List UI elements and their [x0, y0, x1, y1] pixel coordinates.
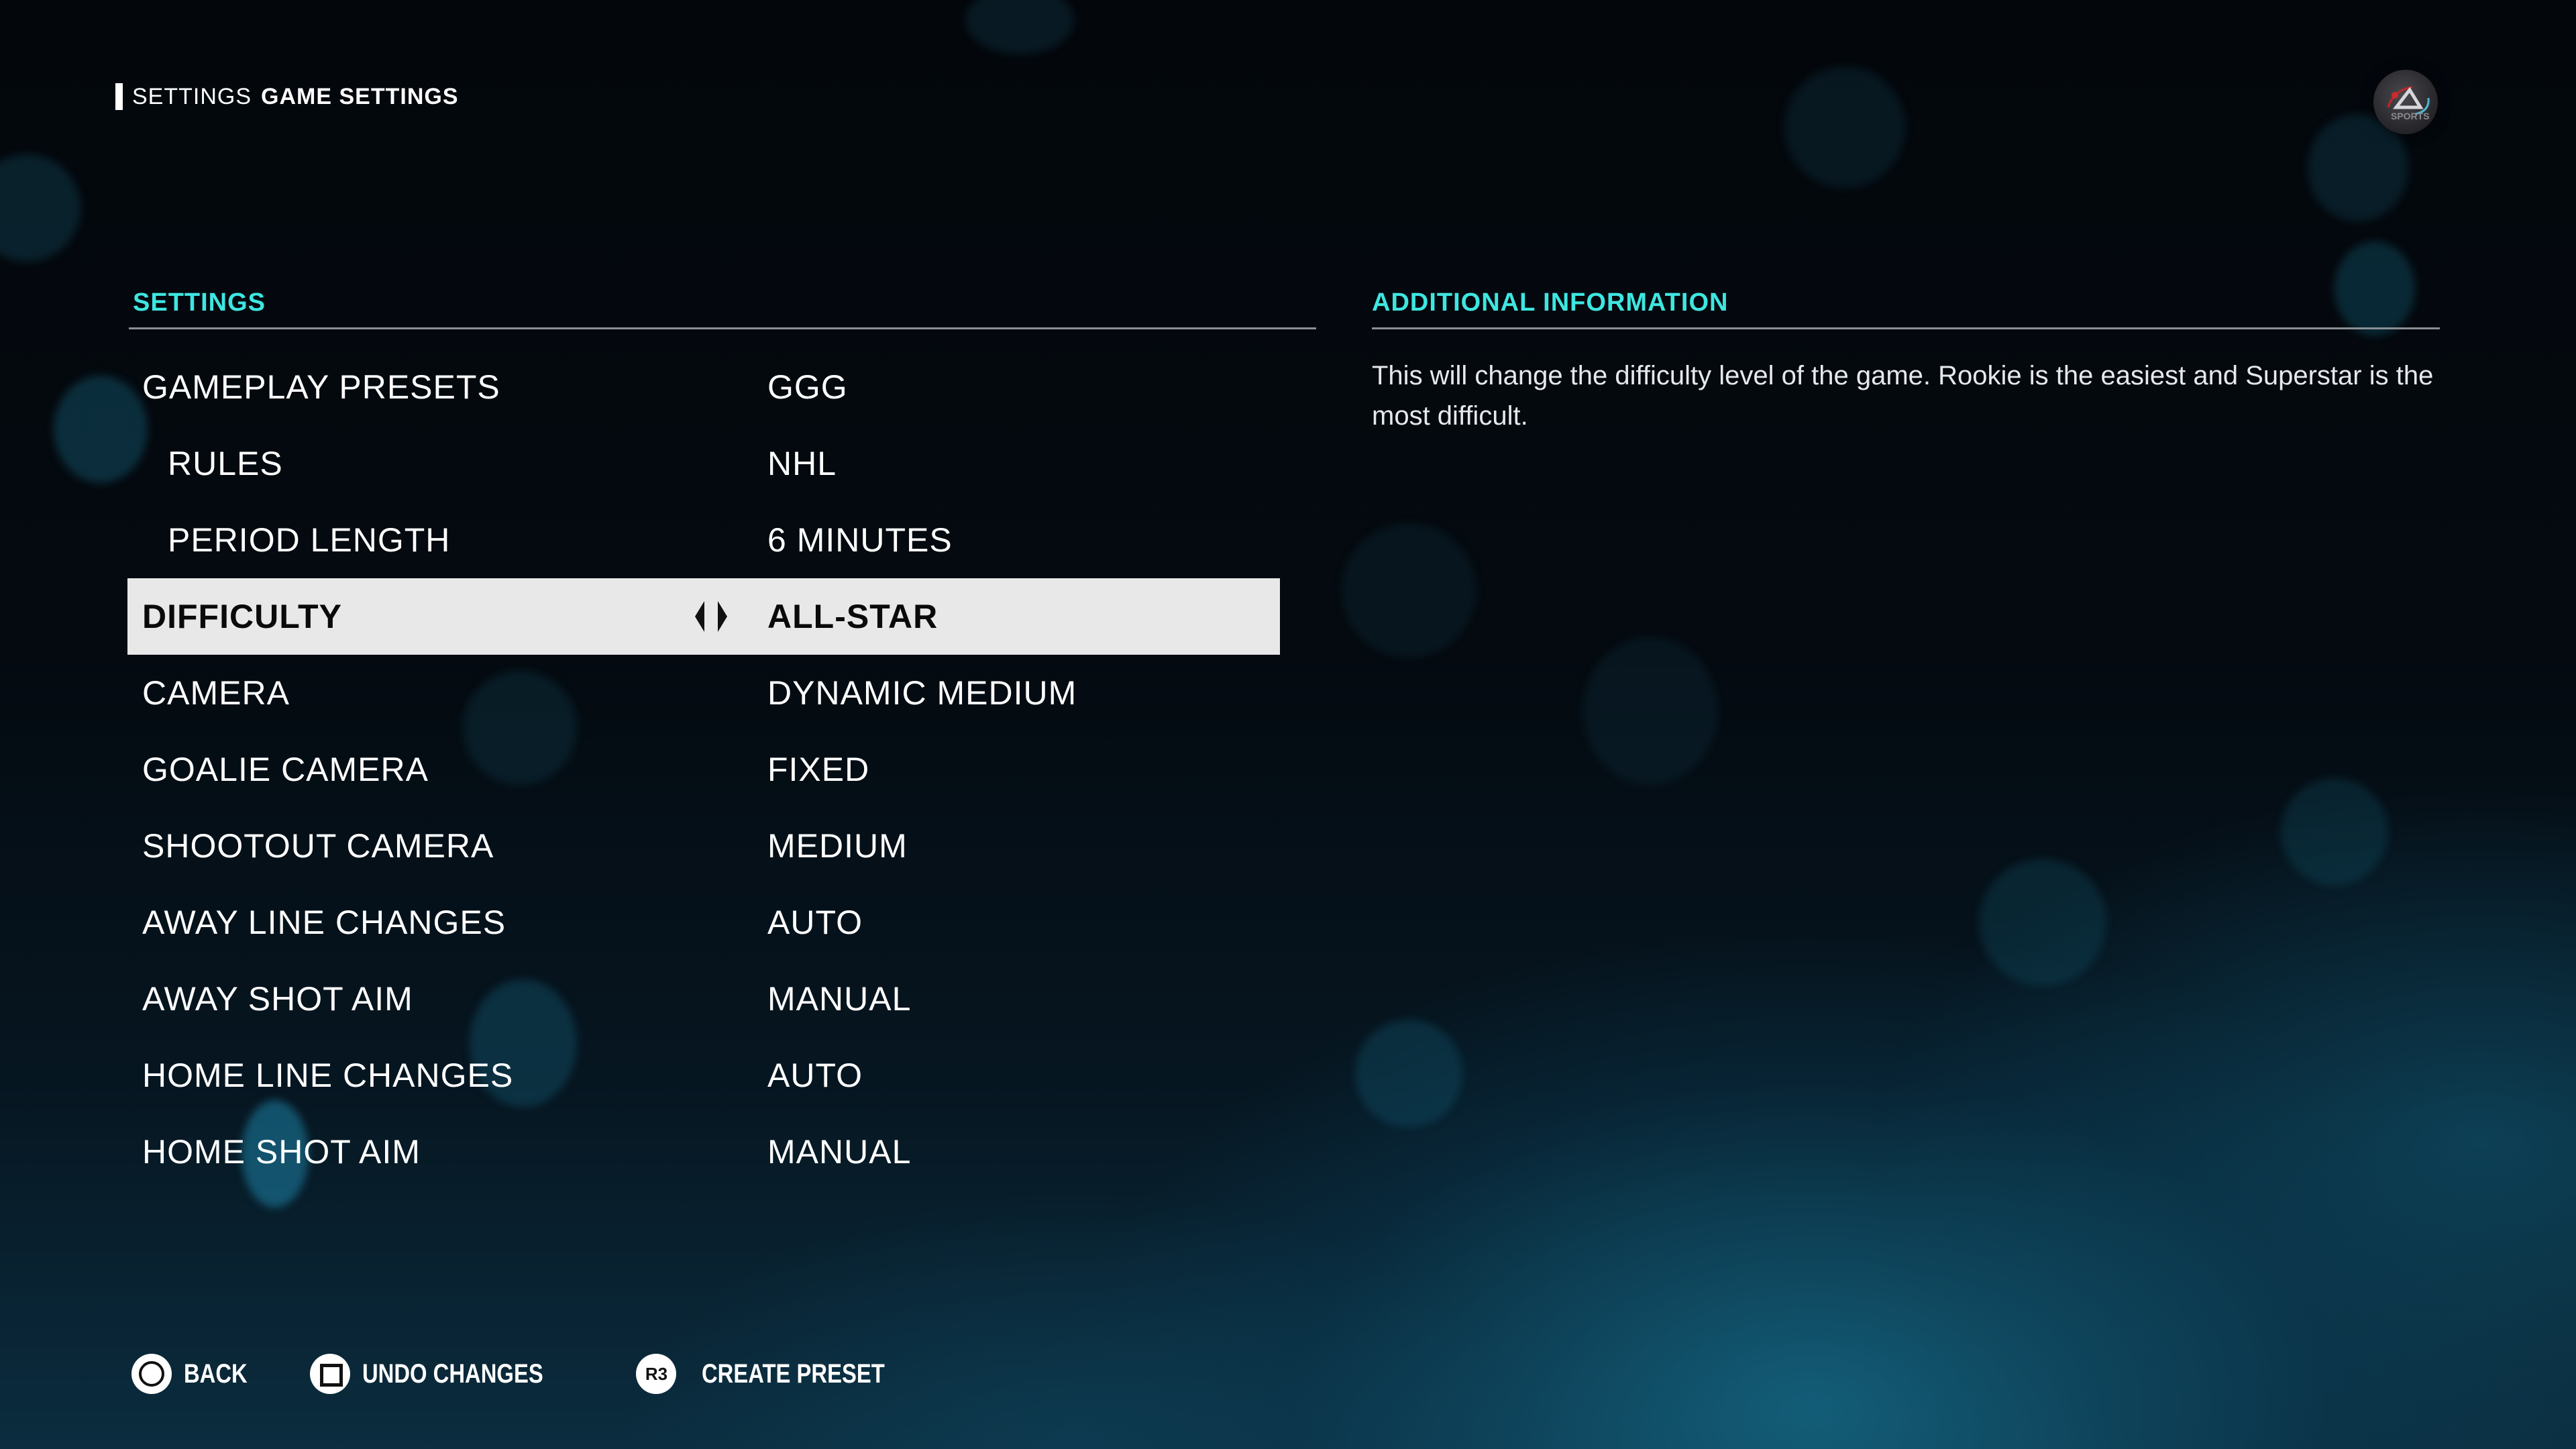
- breadcrumb: SETTINGS GAME SETTINGS: [115, 83, 459, 110]
- setting-row-home-shot-aim[interactable]: HOME SHOT AIM MANUAL: [127, 1114, 1280, 1190]
- setting-value: MANUAL: [767, 1133, 912, 1171]
- setting-value: DYNAMIC MEDIUM: [767, 674, 1077, 712]
- setting-row-period-length[interactable]: PERIOD LENGTH 6 MINUTES: [127, 502, 1280, 578]
- setting-value: AUTO: [767, 1057, 863, 1094]
- setting-row-difficulty[interactable]: DIFFICULTY ALL-STAR: [127, 578, 1280, 655]
- setting-value: 6 MINUTES: [767, 521, 953, 559]
- setting-value: GGG: [767, 368, 848, 406]
- button-hints: BACK UNDO CHANGES R3 CREATE PRESET: [131, 1354, 979, 1394]
- settings-divider: [129, 327, 1316, 329]
- setting-label: GOALIE CAMERA: [142, 751, 429, 788]
- breadcrumb-marker: [115, 83, 123, 110]
- additional-info-text: This will change the difficulty level of…: [1372, 361, 2434, 431]
- setting-value: AUTO: [767, 904, 863, 941]
- create-preset-button[interactable]: R3 CREATE PRESET: [636, 1354, 925, 1394]
- additional-info-divider: [1372, 327, 2440, 329]
- setting-row-home-line-changes[interactable]: HOME LINE CHANGES AUTO: [127, 1037, 1280, 1114]
- r3-button-icon: R3: [636, 1354, 677, 1394]
- create-preset-label: CREATE PRESET: [702, 1358, 885, 1389]
- circle-button-icon: [131, 1354, 172, 1394]
- background-bokeh: [1583, 637, 1717, 785]
- setting-label: CAMERA: [142, 674, 290, 712]
- setting-row-away-line-changes[interactable]: AWAY LINE CHANGES AUTO: [127, 884, 1280, 961]
- undo-changes-label: UNDO CHANGES: [362, 1358, 543, 1389]
- setting-label: AWAY SHOT AIM: [142, 980, 413, 1018]
- setting-label: GAMEPLAY PRESETS: [142, 368, 500, 406]
- additional-info-heading: ADDITIONAL INFORMATION: [1372, 288, 1729, 317]
- ea-sports-logo-icon: SPORTS: [2387, 86, 2430, 121]
- setting-label: RULES: [168, 445, 283, 482]
- background-bokeh: [0, 154, 80, 262]
- background-bokeh: [1342, 523, 1476, 657]
- game-settings-screen: SETTINGS GAME SETTINGS SPORTS SETTINGS G…: [0, 0, 2576, 1449]
- setting-row-gameplay-presets[interactable]: GAMEPLAY PRESETS GGG: [127, 349, 1280, 425]
- setting-row-rules[interactable]: RULES NHL: [127, 425, 1280, 502]
- setting-value: MANUAL: [767, 980, 912, 1018]
- breadcrumb-parent: SETTINGS: [132, 83, 252, 109]
- background-bokeh: [966, 0, 1073, 54]
- setting-value: ALL-STAR: [767, 598, 938, 635]
- background-bokeh: [1355, 1020, 1462, 1127]
- background-bokeh: [2281, 778, 2388, 885]
- setting-value: FIXED: [767, 751, 870, 788]
- setting-row-camera[interactable]: CAMERA DYNAMIC MEDIUM: [127, 655, 1280, 731]
- background-bokeh: [2334, 241, 2415, 335]
- setting-row-goalie-camera[interactable]: GOALIE CAMERA FIXED: [127, 731, 1280, 808]
- setting-row-away-shot-aim[interactable]: AWAY SHOT AIM MANUAL: [127, 961, 1280, 1037]
- ea-sports-logo: SPORTS: [2373, 70, 2438, 134]
- undo-changes-button[interactable]: UNDO CHANGES: [309, 1354, 583, 1394]
- square-button-icon: [309, 1354, 350, 1394]
- setting-label: HOME LINE CHANGES: [142, 1057, 514, 1094]
- setting-label: DIFFICULTY: [142, 598, 342, 635]
- back-button[interactable]: BACK: [131, 1354, 262, 1394]
- setting-value: NHL: [767, 445, 837, 482]
- settings-list: GAMEPLAY PRESETS GGG RULES NHL PERIOD LE…: [127, 349, 1280, 1190]
- setting-row-shootout-camera[interactable]: SHOOTOUT CAMERA MEDIUM: [127, 808, 1280, 884]
- settings-heading: SETTINGS: [133, 288, 266, 317]
- back-label: BACK: [184, 1358, 248, 1389]
- setting-label: AWAY LINE CHANGES: [142, 904, 506, 941]
- setting-label: PERIOD LENGTH: [168, 521, 451, 559]
- setting-label: SHOOTOUT CAMERA: [142, 827, 494, 865]
- left-right-arrows-icon[interactable]: [688, 598, 735, 635]
- setting-label: HOME SHOT AIM: [142, 1133, 421, 1171]
- background-bokeh: [1979, 859, 2106, 986]
- setting-value: MEDIUM: [767, 827, 908, 865]
- background-bokeh: [1784, 67, 1905, 188]
- svg-text:SPORTS: SPORTS: [2391, 111, 2430, 121]
- breadcrumb-current: GAME SETTINGS: [261, 83, 459, 109]
